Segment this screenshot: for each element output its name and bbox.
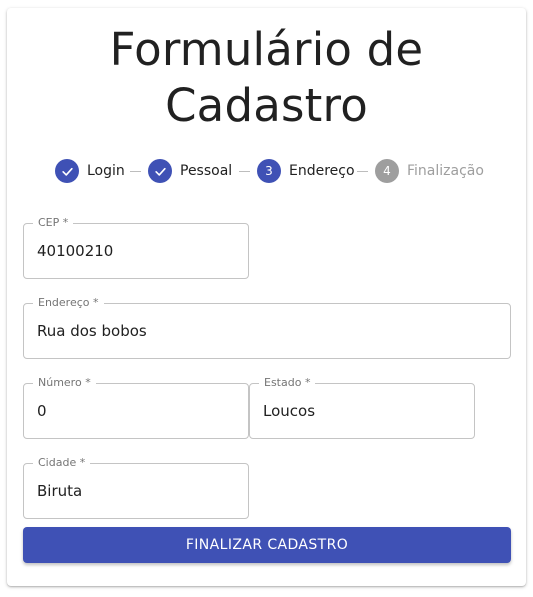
cidade-input[interactable]: Biruta <box>37 481 82 501</box>
estado-field[interactable]: Estado * Loucos <box>249 376 475 439</box>
step-number-badge: 4 <box>375 159 399 183</box>
endereco-input[interactable]: Rua dos bobos <box>37 321 147 341</box>
numero-field[interactable]: Número * 0 <box>23 376 249 439</box>
step-label-login: Login <box>87 163 125 179</box>
check-icon <box>148 159 172 183</box>
step-label-finalizacao: Finalização <box>407 163 484 179</box>
endereco-label: Endereço * <box>33 296 104 310</box>
estado-input[interactable]: Loucos <box>263 401 315 421</box>
cep-label: CEP * <box>33 216 74 230</box>
title-line-1: Formulário de <box>109 23 424 76</box>
stepper: Login Pessoal 3 Endereço 4 Finalização <box>0 158 533 184</box>
check-icon <box>55 159 79 183</box>
numero-input[interactable]: 0 <box>37 401 47 421</box>
estado-label: Estado * <box>259 376 316 390</box>
endereco-field[interactable]: Endereço * Rua dos bobos <box>23 296 511 359</box>
step-label-pessoal: Pessoal <box>180 163 233 179</box>
page-title: Formulário de Cadastro <box>0 22 533 134</box>
cep-input[interactable]: 40100210 <box>37 241 113 261</box>
step-number-badge: 3 <box>257 159 281 183</box>
step-login[interactable]: Login <box>55 158 125 184</box>
step-pessoal[interactable]: Pessoal <box>148 158 232 184</box>
step-connector <box>130 171 141 172</box>
cep-field[interactable]: CEP * 40100210 <box>23 216 249 279</box>
step-finalizacao[interactable]: 4 Finalização <box>375 158 484 184</box>
title-line-2: Cadastro <box>165 79 368 132</box>
step-endereco[interactable]: 3 Endereço <box>257 158 355 184</box>
numero-label: Número * <box>33 376 96 390</box>
cidade-field[interactable]: Cidade * Biruta <box>23 456 249 519</box>
step-connector <box>357 171 368 172</box>
submit-button[interactable]: FINALIZAR CADASTRO <box>23 527 511 563</box>
step-connector <box>239 171 250 172</box>
cidade-label: Cidade * <box>33 456 91 470</box>
step-label-endereco: Endereço <box>289 163 355 179</box>
